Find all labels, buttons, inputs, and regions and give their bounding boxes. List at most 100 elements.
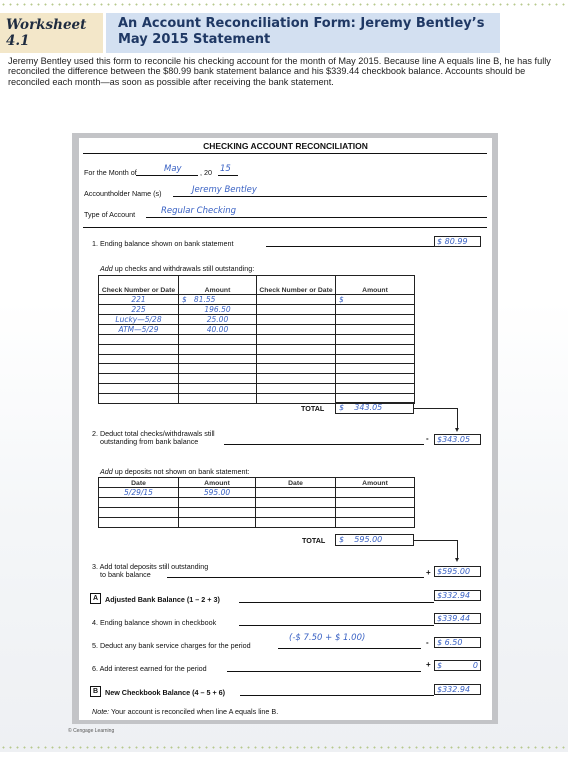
checks-cell[interactable] bbox=[178, 363, 257, 375]
line2-sign: - bbox=[426, 434, 429, 443]
divider bbox=[83, 227, 487, 228]
checks-cell[interactable]: 221 bbox=[98, 294, 179, 305]
line-b-value-box[interactable]: $332.94 bbox=[434, 684, 481, 695]
checks-cell[interactable] bbox=[98, 373, 179, 384]
checks-cell[interactable] bbox=[256, 373, 336, 384]
checks-cell[interactable] bbox=[256, 304, 336, 315]
checks-cell[interactable] bbox=[98, 334, 179, 345]
deposits-header-date-2: Date bbox=[255, 477, 336, 488]
checks-cell[interactable] bbox=[256, 392, 336, 404]
deposits-cell[interactable] bbox=[335, 497, 415, 508]
line2-label-2: outstanding from bank balance bbox=[100, 437, 199, 446]
checks-cell[interactable] bbox=[335, 334, 415, 345]
line-a-label: Adjusted Bank Balance (1 – 2 + 3) bbox=[105, 595, 220, 604]
checks-cell[interactable] bbox=[335, 324, 415, 335]
checks-cell[interactable]: $ bbox=[335, 294, 415, 305]
checks-cell[interactable] bbox=[335, 343, 415, 355]
checks-cell[interactable] bbox=[256, 294, 336, 305]
month-line bbox=[136, 175, 198, 176]
checks-cell[interactable] bbox=[256, 324, 336, 335]
checks-cell[interactable] bbox=[256, 382, 336, 394]
worksheet-title: An Account Reconciliation Form: Jeremy B… bbox=[106, 13, 500, 53]
deposits-cell[interactable]: 595.00 bbox=[178, 487, 256, 498]
deposits-row: 5/29/15 595.00 bbox=[98, 487, 415, 498]
checks-cell[interactable] bbox=[256, 334, 336, 345]
deposits-header-amount-2: Amount bbox=[335, 477, 415, 488]
line2-value-box[interactable]: $343.05 bbox=[434, 434, 481, 445]
checks-cell[interactable]: 196.50 bbox=[178, 304, 257, 315]
deposits-cell[interactable] bbox=[255, 517, 336, 528]
checks-cell[interactable] bbox=[335, 314, 415, 325]
checks-cell[interactable] bbox=[335, 304, 415, 315]
checks-cell[interactable] bbox=[256, 363, 336, 375]
checks-cell[interactable] bbox=[178, 382, 257, 394]
line4-label: 4. Ending balance shown in checkbook bbox=[92, 618, 217, 627]
checks-cell[interactable]: 25.00 bbox=[178, 314, 257, 325]
line5-line bbox=[278, 648, 421, 649]
checks-total-box[interactable]: $ 343.05 bbox=[335, 402, 414, 414]
deposits-row bbox=[98, 507, 415, 518]
line1-line bbox=[266, 246, 434, 247]
checks-cell[interactable] bbox=[178, 353, 257, 365]
checks-cell[interactable] bbox=[98, 392, 179, 404]
deposits-cell[interactable] bbox=[255, 497, 336, 508]
deposits-cell[interactable] bbox=[98, 507, 179, 518]
deposits-row bbox=[98, 517, 415, 528]
line-a-value-box[interactable]: $332.94 bbox=[434, 590, 481, 601]
checks-cell[interactable] bbox=[98, 343, 179, 355]
checks-cell[interactable]: $ 81.55 bbox=[178, 294, 257, 305]
line5-note[interactable]: (-$ 7.50 + $ 1.00) bbox=[289, 633, 365, 643]
line-b-label: New Checkbook Balance (4 – 5 + 6) bbox=[105, 688, 225, 697]
deposits-cell[interactable] bbox=[98, 497, 179, 508]
deposits-cell[interactable] bbox=[178, 517, 256, 528]
checks-cell[interactable] bbox=[335, 382, 415, 394]
checks-cell[interactable] bbox=[256, 314, 336, 325]
deposits-cell[interactable] bbox=[178, 507, 256, 518]
line1-value-box[interactable]: $ 80.99 bbox=[434, 236, 481, 247]
checks-cell[interactable] bbox=[98, 363, 179, 375]
checks-cell[interactable] bbox=[256, 353, 336, 365]
checks-row bbox=[98, 353, 415, 365]
checks-cell[interactable] bbox=[98, 382, 179, 394]
month-value[interactable]: May bbox=[164, 164, 182, 174]
checks-cell[interactable] bbox=[98, 353, 179, 365]
deposits-cell[interactable] bbox=[255, 487, 336, 498]
dotted-border-bottom bbox=[0, 746, 568, 749]
checks-cell[interactable] bbox=[256, 343, 336, 355]
checks-cell[interactable]: 225 bbox=[98, 304, 179, 315]
line4-line bbox=[239, 625, 434, 626]
deposits-cell[interactable] bbox=[335, 487, 415, 498]
line-a-line bbox=[239, 602, 434, 603]
deposits-cell[interactable] bbox=[335, 507, 415, 518]
deposits-cell[interactable] bbox=[178, 497, 256, 508]
deposits-total-label: TOTAL bbox=[302, 536, 326, 545]
checks-cell[interactable]: 40.00 bbox=[178, 324, 257, 335]
checks-cell[interactable] bbox=[178, 334, 257, 345]
checks-row: Lucky—5/28 25.00 bbox=[98, 314, 415, 325]
intro-paragraph: Jeremy Bentley used this form to reconci… bbox=[8, 56, 551, 87]
name-value[interactable]: Jeremy Bentley bbox=[192, 185, 257, 195]
deposits-cell[interactable]: 5/29/15 bbox=[98, 487, 179, 498]
line4-value-box[interactable]: $339.44 bbox=[434, 613, 481, 624]
line5-label: 5. Deduct any bank service charges for t… bbox=[92, 641, 251, 650]
line5-value-box[interactable]: $ 6.50 bbox=[434, 637, 481, 648]
checks-cell[interactable] bbox=[335, 363, 415, 375]
checks-cell[interactable] bbox=[335, 373, 415, 384]
line3-value-box[interactable]: $595.00 bbox=[434, 566, 481, 577]
checks-cell[interactable] bbox=[178, 392, 257, 404]
deposits-row bbox=[98, 497, 415, 508]
line6-value-box[interactable]: $0 bbox=[434, 660, 481, 671]
deposits-cell[interactable] bbox=[335, 517, 415, 528]
checks-cell[interactable] bbox=[178, 343, 257, 355]
deposits-total-box[interactable]: $ 595.00 bbox=[335, 534, 414, 546]
checks-cell[interactable] bbox=[335, 353, 415, 365]
checks-cell[interactable]: ATM—5/29 bbox=[98, 324, 179, 335]
checks-total-label: TOTAL bbox=[301, 404, 325, 413]
deposits-cell[interactable] bbox=[255, 507, 336, 518]
name-label: Accountholder Name (s) bbox=[84, 189, 162, 198]
checks-cell[interactable] bbox=[178, 373, 257, 384]
type-value[interactable]: Regular Checking bbox=[161, 206, 236, 216]
checks-cell[interactable]: Lucky—5/28 bbox=[98, 314, 179, 325]
year-value[interactable]: 15 bbox=[220, 164, 231, 174]
deposits-cell[interactable] bbox=[98, 517, 179, 528]
